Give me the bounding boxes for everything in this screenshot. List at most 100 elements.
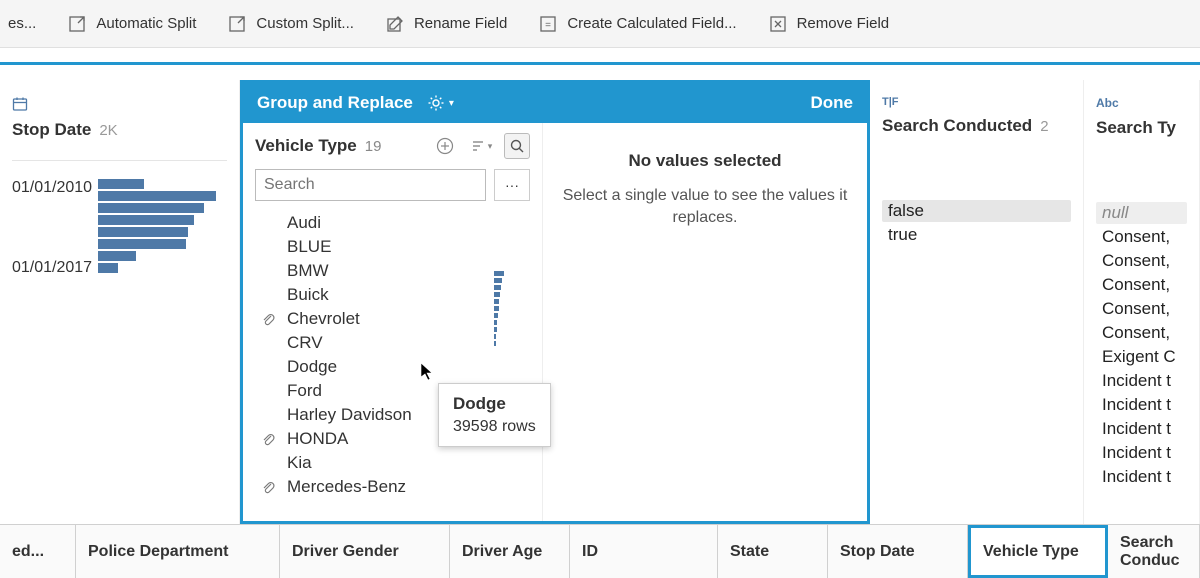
plus-circle-icon [436,137,454,155]
value-item[interactable]: Exigent C [1096,346,1187,368]
no-values-title: No values selected [561,151,849,171]
grid-header-driver-gender[interactable]: Driver Gender [280,525,450,578]
value-item[interactable]: true [882,224,1071,246]
search-toggle-button[interactable] [504,133,530,159]
search-icon [509,138,525,154]
value-item[interactable]: Consent, [1096,274,1187,296]
value-label: Harley Davidson [285,405,414,425]
tooltip: Dodge 39598 rows [438,383,551,447]
value-item[interactable]: null [1096,202,1187,224]
search-input[interactable] [255,169,486,201]
value-item[interactable]: false [882,200,1071,222]
value-item[interactable]: Audi [255,211,530,235]
gear-icon [427,94,445,112]
value-item[interactable]: Incident t [1096,418,1187,440]
field-title: Stop Date [12,120,91,140]
cursor-icon [420,362,436,382]
group-replace-header: Group and Replace ▾ Done [243,83,867,123]
datatype-boolean-icon: T|F [870,80,1083,112]
grid-header-search-conducted[interactable]: Search Conduc [1108,525,1200,578]
value-item[interactable]: Consent, [1096,226,1187,248]
grid-header-stop-date[interactable]: Stop Date [828,525,968,578]
custom-split-button[interactable]: Custom Split... [228,15,354,33]
remove-icon [769,15,787,33]
group-replace-panel: Group and Replace ▾ Done Vehicle Type 19 [240,80,870,524]
value-item[interactable]: Consent, [1096,322,1187,344]
group-settings-dropdown[interactable]: ▾ [427,94,454,112]
grid-header-vehicle-type[interactable]: Vehicle Type [968,525,1108,578]
field-card-search-type[interactable]: Abc Search Ty nullConsent,Consent,Consen… [1084,80,1200,524]
value-item[interactable]: Incident t [1096,370,1187,392]
value-item[interactable]: BLUE [255,235,530,259]
histogram-bar [98,251,136,261]
datatype-string-icon: Abc [1084,80,1199,114]
caret-down-icon: ▾ [449,98,454,109]
remove-field-button[interactable]: Remove Field [769,15,890,33]
vehicle-type-title: Vehicle Type [255,136,357,156]
grid-header-police-department[interactable]: Police Department [76,525,280,578]
field-card-stop-date[interactable]: Stop Date 2K 01/01/2010 01/01/2017 [0,80,240,524]
value-item[interactable]: BMW [255,259,530,283]
rename-field-button[interactable]: Rename Field [386,15,507,33]
toolbar: es... Automatic Split Custom Split... Re… [0,0,1200,48]
histogram-bar [98,215,194,225]
value-item[interactable]: Incident t [1096,442,1187,464]
grid-header-state[interactable]: State [718,525,828,578]
histogram-bar [98,239,186,249]
value-list: falsetrue [870,200,1083,246]
caret-down-icon: ▾ [488,141,493,152]
group-left-pane: Vehicle Type 19 ▾ [243,123,543,521]
rename-icon [386,15,404,33]
value-label: Kia [285,453,314,473]
svg-text:=: = [545,20,551,31]
value-item[interactable]: Dodge [255,355,530,379]
toolbar-label: Create Calculated Field... [567,15,736,32]
field-title: Search Ty [1096,118,1176,138]
grid-header-id[interactable]: ID [570,525,718,578]
value-label: Audi [285,213,323,233]
value-item[interactable]: Mercedes-Benz [255,475,530,499]
value-label: Chevrolet [285,309,362,329]
value-list: nullConsent,Consent,Consent,Consent,Cons… [1084,202,1199,488]
field-count: 2 [1040,118,1048,135]
paperclip-icon [261,432,277,446]
tooltip-rows: 39598 rows [453,418,536,436]
toolbar-label: Remove Field [797,15,890,32]
value-label: Dodge [285,357,339,377]
paperclip-icon [261,480,277,494]
value-item[interactable]: Incident t [1096,394,1187,416]
sort-dropdown[interactable]: ▾ [468,133,494,159]
no-values-subtitle: Select a single value to see the values … [561,185,849,230]
value-label: BLUE [285,237,333,257]
date-start-label: 01/01/2010 [12,179,92,197]
create-calculated-field-button[interactable]: = Create Calculated Field... [539,15,736,33]
value-label: CRV [285,333,325,353]
grid-header-driver-age[interactable]: Driver Age [450,525,570,578]
done-button[interactable]: Done [811,93,854,113]
value-item[interactable]: Buick [255,283,530,307]
field-cards-row: Stop Date 2K 01/01/2010 01/01/2017 Group… [0,80,1200,524]
value-item[interactable]: Incident t [1096,466,1187,488]
toolbar-label: Custom Split... [256,15,354,32]
value-item[interactable]: Chevrolet [255,307,530,331]
toolbar-label: Rename Field [414,15,507,32]
field-card-search-conducted[interactable]: T|F Search Conducted 2 falsetrue [870,80,1084,524]
split-icon [68,15,86,33]
value-item[interactable]: Consent, [1096,250,1187,272]
automatic-split-button[interactable]: Automatic Split [68,15,196,33]
histogram-bar [98,191,216,201]
value-item[interactable]: Consent, [1096,298,1187,320]
add-group-button[interactable] [432,133,458,159]
value-label: HONDA [285,429,350,449]
value-item[interactable]: Kia [255,451,530,475]
value-item[interactable]: CRV [255,331,530,355]
value-list: AudiBLUEBMWBuickChevroletCRVDodgeFordHar… [255,211,530,499]
more-options-button[interactable]: ··· [494,169,530,201]
ellipsis-icon: ··· [505,177,519,193]
field-count: 2K [99,122,117,139]
group-replace-title: Group and Replace [257,93,413,113]
toolbar-truncated-left[interactable]: es... [8,15,36,32]
value-label: Buick [285,285,331,305]
grid-header-cell[interactable]: ed... [0,525,76,578]
paperclip-icon [261,312,277,326]
